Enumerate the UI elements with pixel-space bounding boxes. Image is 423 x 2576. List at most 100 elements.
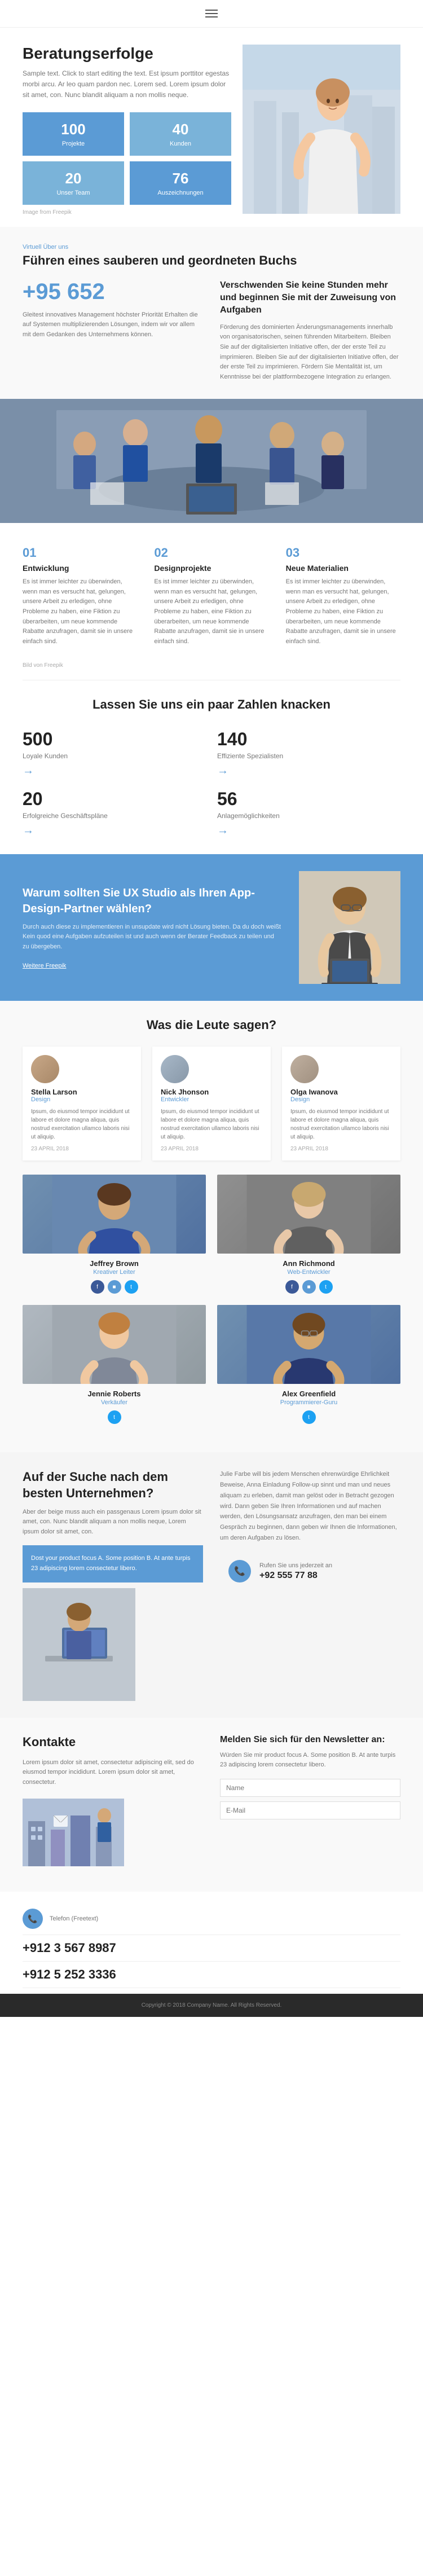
numbers-section: Lassen Sie uns ein paar Zahlen knacken 5…	[0, 680, 423, 854]
step-title-2: Designprojekte	[154, 564, 268, 573]
stat-label-projekte: Projekte	[31, 140, 116, 147]
stat-box-team: 20 Unser Team	[23, 161, 124, 205]
testimonial-text-3: Ipsum, do eiusmod tempor incididunt ut l…	[290, 1107, 392, 1141]
stat-label-auszeichnungen: Auszeichnungen	[138, 190, 223, 196]
team-card-jennie: Jennie Roberts Verkäufer t	[23, 1305, 206, 1424]
number-big-1: 500	[23, 729, 206, 750]
stat-number-projekte: 100	[31, 121, 116, 138]
team-photo-jeffrey	[23, 1175, 206, 1254]
team-role-ann: Web-Entwickler	[217, 1269, 400, 1276]
menu-icon[interactable]	[202, 7, 221, 20]
newsletter-name-input[interactable]	[220, 1779, 400, 1797]
banner-left: Warum sollten Sie UX Studio als Ihren Ap…	[23, 885, 282, 971]
team-card-jeffrey: Jeffrey Brown Kreativer Leiter f ■ t	[23, 1175, 206, 1294]
call-box: 📞 Rufen Sie uns jederzeit an +92 555 77 …	[220, 1551, 400, 1591]
hero-image	[243, 45, 400, 214]
stat-label-kunden: Kunden	[138, 140, 223, 147]
newsletter-title: Melden Sie sich für den Newsletter an:	[220, 1735, 400, 1745]
about-label: Virtuell Über uns	[23, 244, 400, 250]
contacts-image-svg	[23, 1799, 124, 1866]
ann-twitter-icon[interactable]: t	[319, 1280, 333, 1294]
contacts-right: Melden Sie sich für den Newsletter an: W…	[220, 1735, 400, 1875]
jeffrey-facebook-icon[interactable]: f	[91, 1280, 104, 1294]
phone-label: Telefon (Freetext)	[50, 1915, 98, 1922]
step-text-2: Es ist immer leichter zu überwinden, wen…	[154, 577, 268, 647]
number-big-3: 20	[23, 789, 206, 810]
find-box: Dost your product focus A. Some position…	[23, 1545, 203, 1582]
stat-label-team: Unser Team	[31, 190, 116, 196]
contacts-text: Lorem ipsum dolor sit amet, consectetur …	[23, 1758, 203, 1788]
about-left: +95 652 Gleitest innovatives Management …	[23, 279, 203, 383]
team-name-jennie: Jennie Roberts	[23, 1390, 206, 1398]
jeffrey-instagram-icon[interactable]: ■	[108, 1280, 121, 1294]
banner-link[interactable]: Weitere Freepik	[23, 962, 66, 969]
step-1: 01 Entwicklung Es ist immer leichter zu …	[23, 546, 137, 647]
footer: Copyright © 2018 Company Name. All Right…	[0, 1994, 423, 2017]
testimonials-grid: Stella Larson Design Ipsum, do eiusmod t…	[23, 1047, 400, 1160]
banner-image	[299, 871, 400, 984]
newsletter-email-input[interactable]	[220, 1801, 400, 1819]
about-right-title: Verschwenden Sie keine Stunden mehr und …	[220, 279, 400, 317]
team-socials-alex: t	[217, 1410, 400, 1424]
hero-title: Beratungserfolge	[23, 45, 231, 63]
ann-facebook-icon[interactable]: f	[285, 1280, 299, 1294]
hero-image-credit: Image from Freepik	[23, 209, 231, 216]
number-arrow-1: →	[23, 764, 206, 777]
team-photo-ann	[217, 1175, 400, 1254]
team-row-1: Jeffrey Brown Kreativer Leiter f ■ t Ann…	[23, 1175, 400, 1294]
team-socials-jeffrey: f ■ t	[23, 1280, 206, 1294]
call-number: +92 555 77 88	[259, 1571, 332, 1581]
call-title: Rufen Sie uns jederzeit an	[259, 1562, 332, 1569]
step-number-3: 03	[286, 546, 400, 560]
testimonial-card-3: Olga Iwanova Design Ipsum, do eiusmod te…	[282, 1047, 400, 1160]
ann-instagram-icon[interactable]: ■	[302, 1280, 316, 1294]
testimonial-role-2: Entwickler	[161, 1096, 262, 1103]
testimonial-date-1: 23 APRIL 2018	[31, 1146, 133, 1152]
step-2: 02 Designprojekte Es ist immer leichter …	[154, 546, 268, 647]
step-title-1: Entwicklung	[23, 564, 137, 573]
testimonial-avatar-2	[161, 1055, 189, 1083]
find-text: Aber der beige muss auch ein passgenaus …	[23, 1507, 203, 1537]
find-box-text: Dost your product focus A. Some position…	[31, 1554, 195, 1573]
jeffrey-twitter-icon[interactable]: t	[125, 1280, 138, 1294]
alex-twitter-icon[interactable]: t	[302, 1410, 316, 1424]
newsletter-form	[220, 1779, 400, 1819]
stat-number-team: 20	[31, 170, 116, 187]
find-inner: Auf der Suche nach dem besten Unternehme…	[23, 1469, 400, 1700]
testimonial-date-3: 23 APRIL 2018	[290, 1146, 392, 1152]
phone-number-display-2: +912 5 252 3336	[23, 1967, 116, 1982]
number-label-3: Erfolgreiche Geschäftspläne	[23, 812, 206, 820]
banner-title: Warum sollten Sie UX Studio als Ihren Ap…	[23, 885, 282, 917]
step-number-1: 01	[23, 546, 137, 560]
jennie-twitter-icon[interactable]: t	[108, 1410, 121, 1424]
testimonial-name-2: Nick Jhonson	[161, 1088, 262, 1096]
number-big-2: 140	[217, 729, 400, 750]
newsletter-text: Würden Sie mir product focus A. Some pos…	[220, 1751, 400, 1770]
find-right: Julie Farbe will bis jedem Menschen ehre…	[220, 1469, 400, 1700]
ann-photo-svg	[217, 1175, 400, 1254]
contacts-title: Kontakte	[23, 1735, 203, 1749]
testimonial-name-3: Olga Iwanova	[290, 1088, 392, 1096]
testimonials-section: Was die Leute sagen? Stella Larson Desig…	[0, 1001, 423, 1452]
find-title: Auf der Suche nach dem besten Unternehme…	[23, 1469, 203, 1501]
team-card-alex: Alex Greenfield Programmierer-Guru t	[217, 1305, 400, 1424]
phone-icon-1: 📞	[23, 1909, 43, 1929]
team-role-jennie: Verkäufer	[23, 1399, 206, 1406]
find-image-svg	[23, 1588, 135, 1701]
team-name-jeffrey: Jeffrey Brown	[23, 1259, 206, 1268]
phone-number-1: +912 3 567 8987	[23, 1941, 116, 1955]
hero-left: Beratungserfolge Sample text. Click to s…	[23, 45, 231, 216]
jeffrey-photo-svg	[23, 1175, 206, 1254]
phones-section: 📞 Telefon (Freetext) +912 3 567 8987 +91…	[0, 1892, 423, 1994]
stat-box-auszeichnungen: 76 Auszeichnungen	[130, 161, 231, 205]
group-photo-svg	[0, 399, 423, 523]
phone-item-1: +912 3 567 8987	[23, 1935, 400, 1962]
number-item-4: 56 Anlagemöglichkeiten →	[217, 789, 400, 837]
number-big-4: 56	[217, 789, 400, 810]
stat-box-projekte: 100 Projekte	[23, 112, 124, 156]
testimonial-card-2: Nick Jhonson Entwickler Ipsum, do eiusmo…	[152, 1047, 271, 1160]
phone-number-2: +912 5 252 3336	[23, 1967, 116, 1982]
number-arrow-2: →	[217, 764, 400, 777]
about-desc: Gleitest innovatives Management höchster…	[23, 310, 203, 340]
footer-text: Copyright © 2018 Company Name. All Right…	[23, 2002, 400, 2008]
